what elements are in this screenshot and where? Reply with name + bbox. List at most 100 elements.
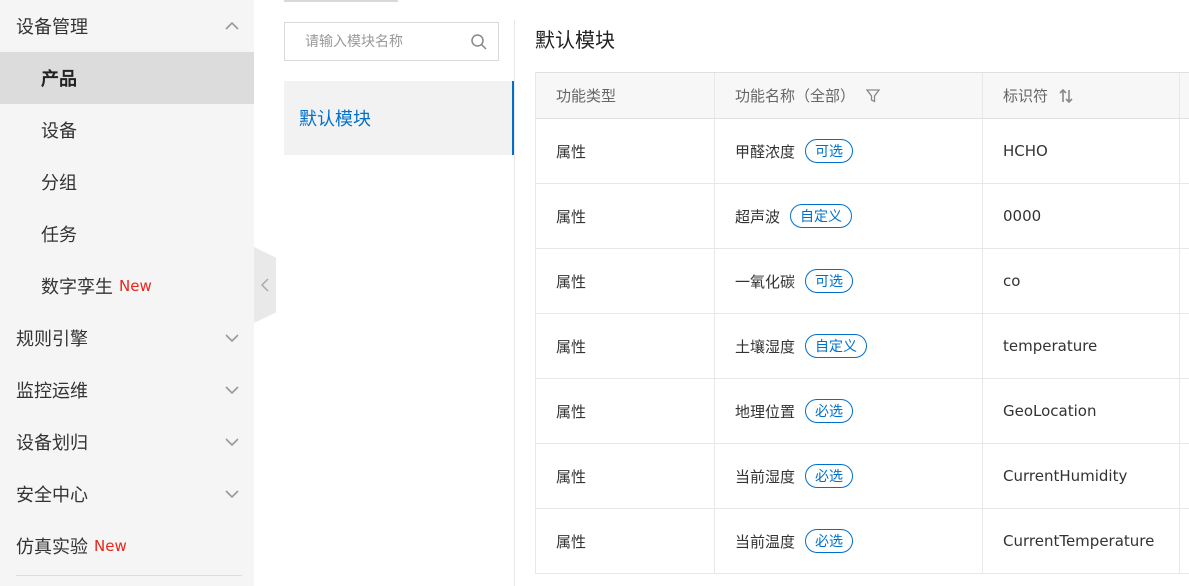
cell-name: 一氧化碳 可选 [715, 249, 983, 313]
cell-type: 属性 [536, 444, 715, 508]
sidebar-item-device[interactable]: 设备 [0, 104, 254, 156]
function-name: 超声波 [735, 207, 781, 226]
function-name: 一氧化碳 [735, 272, 796, 291]
function-table: 功能类型 功能名称（全部） 标识符 属性 甲醛浓度 可选 HCHO 属性 超声波… [535, 72, 1189, 574]
cell-extra [1180, 249, 1189, 313]
cell-identifier: CurrentTemperature [983, 509, 1180, 573]
table-row: 属性 甲醛浓度 可选 HCHO [535, 119, 1189, 184]
nav-group-label: 安全中心 [16, 485, 88, 506]
nav-group-device-assign[interactable]: 设备划归 [0, 416, 254, 468]
nav-group-label: 设备管理 [16, 17, 88, 38]
nav-group-simulation-lab[interactable]: 仿真实验 New [0, 520, 254, 572]
cell-type: 属性 [536, 184, 715, 248]
cell-extra [1180, 444, 1189, 508]
sidebar-item-label: 设备 [41, 121, 77, 142]
cell-name: 甲醛浓度 可选 [715, 119, 983, 183]
sidebar-item-group[interactable]: 分组 [0, 156, 254, 208]
sidebar-item-label: 产品 [41, 69, 77, 90]
page-title: 默认模块 [535, 28, 615, 52]
sidebar-collapse-handle[interactable] [254, 247, 276, 323]
cell-name: 地理位置 必选 [715, 379, 983, 443]
nav-group-device-management[interactable]: 设备管理 [0, 0, 254, 52]
cell-extra [1180, 119, 1189, 183]
function-tag: 必选 [805, 464, 854, 488]
sidebar-item-digital-twin[interactable]: 数字孪生 New [0, 260, 254, 312]
column-header-identifier: 标识符 [983, 73, 1180, 118]
module-search-box[interactable] [284, 22, 499, 61]
cell-name: 当前温度 必选 [715, 509, 983, 573]
cell-extra [1180, 314, 1189, 378]
table-row: 属性 超声波 自定义 0000 [535, 184, 1189, 249]
sort-icon[interactable] [1058, 88, 1074, 104]
column-header-name: 功能名称（全部） [715, 73, 983, 118]
function-tag: 自定义 [790, 204, 853, 228]
function-tag: 自定义 [805, 334, 868, 358]
nav-group-monitoring-ops[interactable]: 监控运维 [0, 364, 254, 416]
function-name: 当前温度 [735, 532, 796, 551]
sidebar-item-label: 分组 [41, 173, 77, 194]
function-name: 当前湿度 [735, 467, 796, 486]
sidebar-item-task[interactable]: 任务 [0, 208, 254, 260]
nav-group-security-center[interactable]: 安全中心 [0, 468, 254, 520]
table-row: 属性 土壤湿度 自定义 temperature [535, 314, 1189, 379]
module-item-label: 默认模块 [299, 109, 371, 130]
sidebar-item-label: 任务 [41, 225, 77, 246]
nav-group-label: 设备划归 [16, 433, 88, 454]
cell-identifier: GeoLocation [983, 379, 1180, 443]
cell-type: 属性 [536, 249, 715, 313]
cell-identifier: co [983, 249, 1180, 313]
function-name: 土壤湿度 [735, 337, 796, 356]
new-badge: New [94, 537, 127, 555]
function-tag: 必选 [805, 399, 854, 423]
filter-icon[interactable] [865, 88, 881, 104]
cell-type: 属性 [536, 119, 715, 183]
sidebar-item-product[interactable]: 产品 [0, 52, 254, 104]
module-search-input[interactable] [305, 33, 465, 50]
cell-name: 超声波 自定义 [715, 184, 983, 248]
panel-divider [514, 20, 515, 586]
new-badge: New [119, 277, 152, 295]
cell-type: 属性 [536, 379, 715, 443]
nav-group-label: 仿真实验 [16, 537, 88, 558]
table-row: 属性 一氧化碳 可选 co [535, 249, 1189, 314]
cell-identifier: HCHO [983, 119, 1180, 183]
column-header-label: 功能名称（全部） [735, 87, 856, 105]
function-tag: 必选 [805, 529, 854, 553]
cell-extra [1180, 509, 1189, 573]
chevron-down-icon [222, 484, 242, 504]
cell-identifier: 0000 [983, 184, 1180, 248]
divider [16, 575, 242, 576]
function-tag: 可选 [805, 139, 854, 163]
cell-extra [1180, 379, 1189, 443]
chevron-down-icon [222, 380, 242, 400]
cell-name: 当前湿度 必选 [715, 444, 983, 508]
table-row: 属性 地理位置 必选 GeoLocation [535, 379, 1189, 444]
sidebar-item-label: 数字孪生 [41, 277, 113, 298]
table-row: 属性 当前温度 必选 CurrentTemperature [535, 509, 1189, 574]
function-tag: 可选 [805, 269, 854, 293]
function-name: 甲醛浓度 [735, 142, 796, 161]
cell-type: 属性 [536, 314, 715, 378]
column-header-extra [1180, 73, 1189, 118]
cell-identifier: temperature [983, 314, 1180, 378]
nav-group-label: 监控运维 [16, 381, 88, 402]
chevron-up-icon [222, 16, 242, 36]
cell-name: 土壤湿度 自定义 [715, 314, 983, 378]
table-header-row: 功能类型 功能名称（全部） 标识符 [535, 73, 1189, 119]
table-row: 属性 当前湿度 必选 CurrentHumidity [535, 444, 1189, 509]
search-icon[interactable] [470, 33, 488, 51]
module-item-default[interactable]: 默认模块 [284, 81, 514, 155]
cell-type: 属性 [536, 509, 715, 573]
column-header-label: 功能类型 [556, 87, 617, 105]
nav-group-label: 规则引擎 [16, 329, 88, 350]
function-name: 地理位置 [735, 402, 796, 421]
chevron-left-icon [260, 278, 269, 292]
tab-underline [284, 0, 398, 2]
nav-group-rules-engine[interactable]: 规则引擎 [0, 312, 254, 364]
cell-extra [1180, 184, 1189, 248]
column-header-type: 功能类型 [536, 73, 715, 118]
sidebar: 设备管理 产品 设备 分组 任务 数字孪生 New 规则引擎 监控运维 设备划归 [0, 0, 254, 586]
column-header-label: 标识符 [1003, 87, 1049, 105]
chevron-down-icon [222, 432, 242, 452]
cell-identifier: CurrentHumidity [983, 444, 1180, 508]
